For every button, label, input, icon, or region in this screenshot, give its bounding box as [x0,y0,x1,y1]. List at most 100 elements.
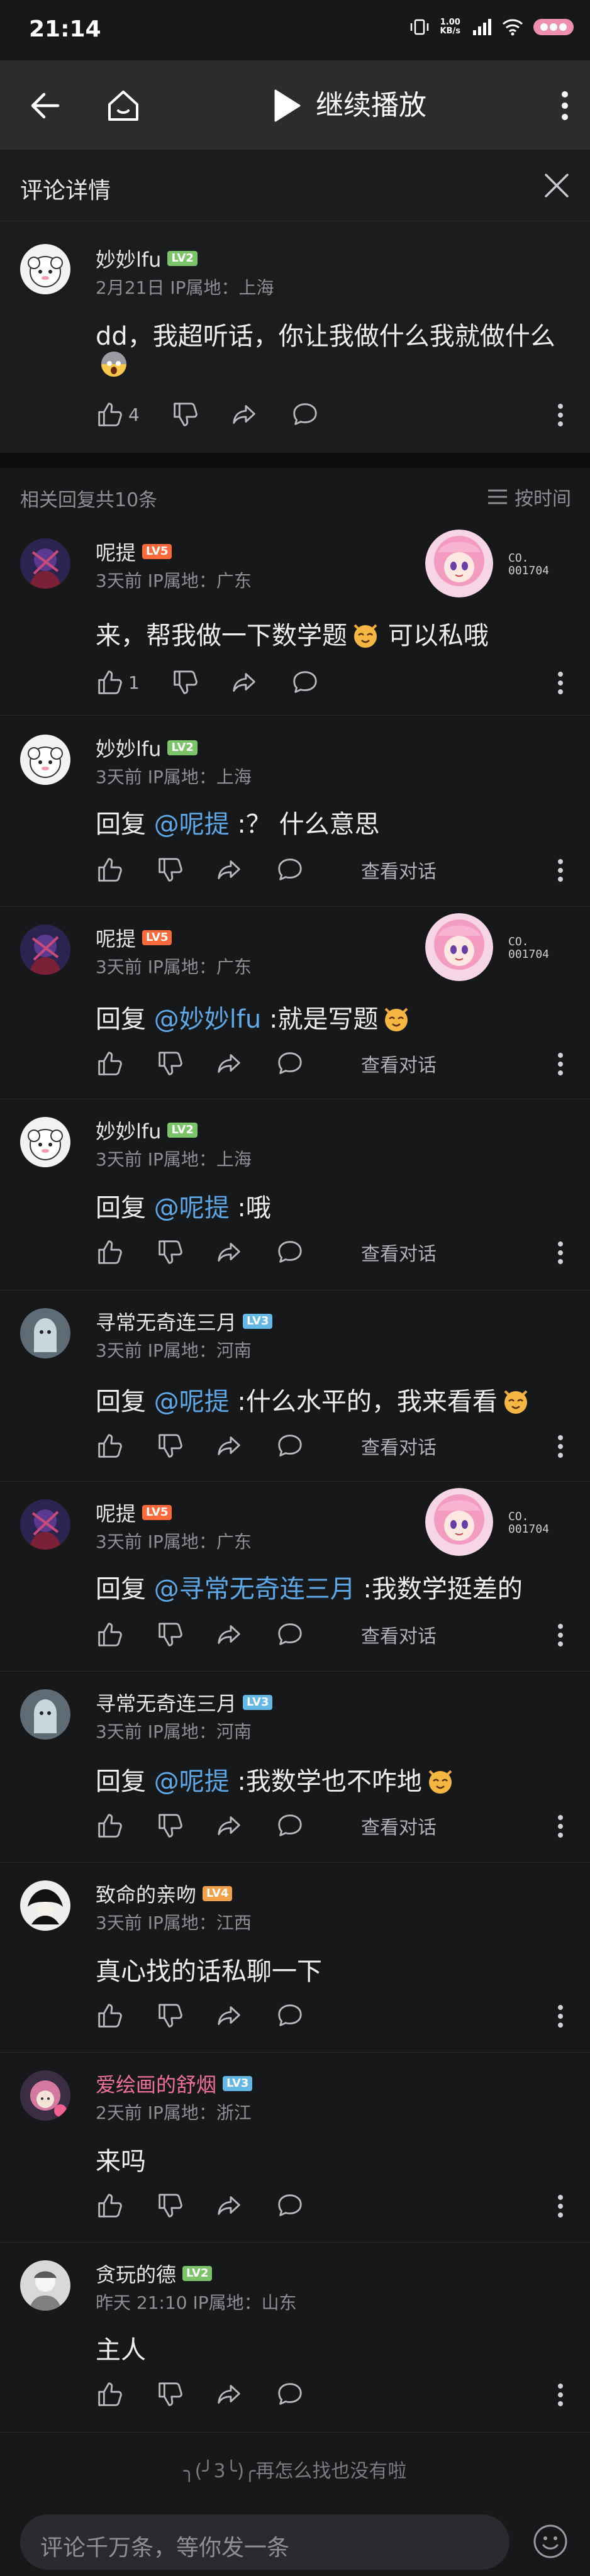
username-text[interactable]: 妙妙lfu [96,1116,161,1145]
dislike-icon[interactable] [155,2380,184,2409]
username-text[interactable]: 寻常无奇连三月 [96,1307,237,1336]
share-icon[interactable] [215,1238,244,1267]
close-icon[interactable] [542,171,571,200]
like-icon[interactable] [94,2001,123,2030]
comment-icon[interactable] [291,400,320,429]
mention-link[interactable]: @呢提 [154,1767,230,1796]
mention-link[interactable]: @呢提 [154,1387,230,1416]
comment-icon[interactable] [276,1431,304,1460]
more-dots-icon[interactable] [557,402,564,428]
dislike-icon[interactable] [155,1431,184,1460]
view-conversation-link[interactable]: 查看对话 [361,856,437,884]
continue-play-button[interactable]: 继续播放 [316,88,426,123]
share-icon[interactable] [215,2001,244,2030]
share-icon[interactable] [215,855,244,884]
username-text[interactable]: 贪玩的德 [96,2259,176,2288]
more-dots-icon[interactable] [557,858,564,883]
comment-icon[interactable] [276,1049,304,1078]
comment-icon[interactable] [291,668,320,697]
avatar[interactable] [20,924,70,975]
mention-link[interactable]: @妙妙lfu [154,1005,262,1034]
like-button[interactable]: 1 [94,668,140,697]
dislike-icon[interactable] [155,1811,184,1840]
more-dots-icon[interactable] [557,1623,564,1648]
back-arrow-icon[interactable] [28,88,63,123]
dislike-icon[interactable] [155,2001,184,2030]
more-dots-icon[interactable] [557,1434,564,1459]
share-icon[interactable] [215,1431,244,1460]
username-text[interactable]: 呢提 [96,923,136,952]
view-conversation-link[interactable]: 查看对话 [361,1812,437,1840]
comment-icon[interactable] [276,2191,304,2220]
username[interactable]: 致命的亲吻 LV4 [96,1879,233,1908]
fan-badge-avatar[interactable] [425,1488,493,1556]
sort-by-time-button[interactable]: 按时间 [487,483,571,511]
more-dots-icon[interactable] [557,2004,564,2029]
username[interactable]: 妙妙lfu LV2 [96,733,198,762]
like-icon[interactable] [94,855,123,884]
more-dots-icon[interactable] [557,2194,564,2219]
like-icon[interactable] [94,2191,123,2220]
comment-input[interactable]: 评论千万条，等你发一条 [20,2514,509,2570]
like-icon[interactable] [94,2380,123,2409]
dislike-icon[interactable] [155,1238,184,1267]
username-text[interactable]: 妙妙lfu [96,733,161,762]
comment-icon[interactable] [276,1620,304,1649]
username[interactable]: 呢提 LV5 [96,923,172,952]
more-dots-icon[interactable] [557,1240,564,1265]
username[interactable]: 妙妙lfu LV2 [96,1116,198,1145]
avatar[interactable] [20,1689,70,1740]
more-dots-icon[interactable] [557,1052,564,1077]
fan-badge-avatar[interactable] [425,530,493,597]
avatar[interactable] [20,1308,70,1358]
comment-icon[interactable] [276,2001,304,2030]
avatar[interactable] [20,2070,70,2121]
share-icon[interactable] [230,400,259,429]
like-icon[interactable] [94,1049,123,1078]
dislike-icon[interactable] [155,2191,184,2220]
username-text[interactable]: 致命的亲吻 [96,1879,196,1908]
username[interactable]: 妙妙lfu LV2 [96,244,198,273]
comment-icon[interactable] [276,855,304,884]
like-icon[interactable] [94,1811,123,1840]
username[interactable]: 呢提 LV5 [96,1498,172,1527]
username[interactable]: 寻常无奇连三月 LV3 [96,1307,273,1336]
username-text[interactable]: 妙妙lfu [96,244,161,273]
username[interactable]: 爱绘画的舒烟 LV3 [96,2069,253,2098]
username-text[interactable]: 寻常无奇连三月 [96,1688,237,1717]
share-icon[interactable] [230,668,259,697]
play-icon[interactable] [270,88,303,123]
username-text[interactable]: 呢提 [96,537,136,566]
dislike-icon[interactable] [170,668,199,697]
like-icon[interactable] [94,1620,123,1649]
share-icon[interactable] [215,1049,244,1078]
share-icon[interactable] [215,2191,244,2220]
more-menu-icon[interactable] [559,87,571,125]
view-conversation-link[interactable]: 查看对话 [361,1621,437,1648]
username[interactable]: 寻常无奇连三月 LV3 [96,1688,273,1717]
comment-icon[interactable] [276,1811,304,1840]
mention-link[interactable]: @寻常无奇连三月 [154,1575,355,1604]
mention-link[interactable]: @呢提 [154,810,230,839]
avatar[interactable] [20,538,70,589]
view-conversation-link[interactable]: 查看对话 [361,1050,437,1077]
emoji-picker-icon[interactable] [532,2523,569,2560]
username-text[interactable]: 呢提 [96,1498,136,1527]
more-dots-icon[interactable] [557,1814,564,1839]
avatar[interactable] [20,1499,70,1550]
more-dots-icon[interactable] [557,2382,564,2407]
more-dots-icon[interactable] [557,670,564,696]
comment-icon[interactable] [276,2380,304,2409]
comment-icon[interactable] [276,1238,304,1267]
mention-link[interactable]: @呢提 [154,1194,230,1223]
avatar[interactable] [20,2260,70,2311]
view-conversation-link[interactable]: 查看对话 [361,1432,437,1460]
share-icon[interactable] [215,1811,244,1840]
share-icon[interactable] [215,2380,244,2409]
avatar[interactable] [20,1117,70,1167]
like-icon[interactable] [94,1238,123,1267]
avatar[interactable] [20,735,70,785]
username[interactable]: 呢提 LV5 [96,537,172,566]
view-conversation-link[interactable]: 查看对话 [361,1238,437,1266]
username[interactable]: 贪玩的德 LV2 [96,2259,213,2288]
